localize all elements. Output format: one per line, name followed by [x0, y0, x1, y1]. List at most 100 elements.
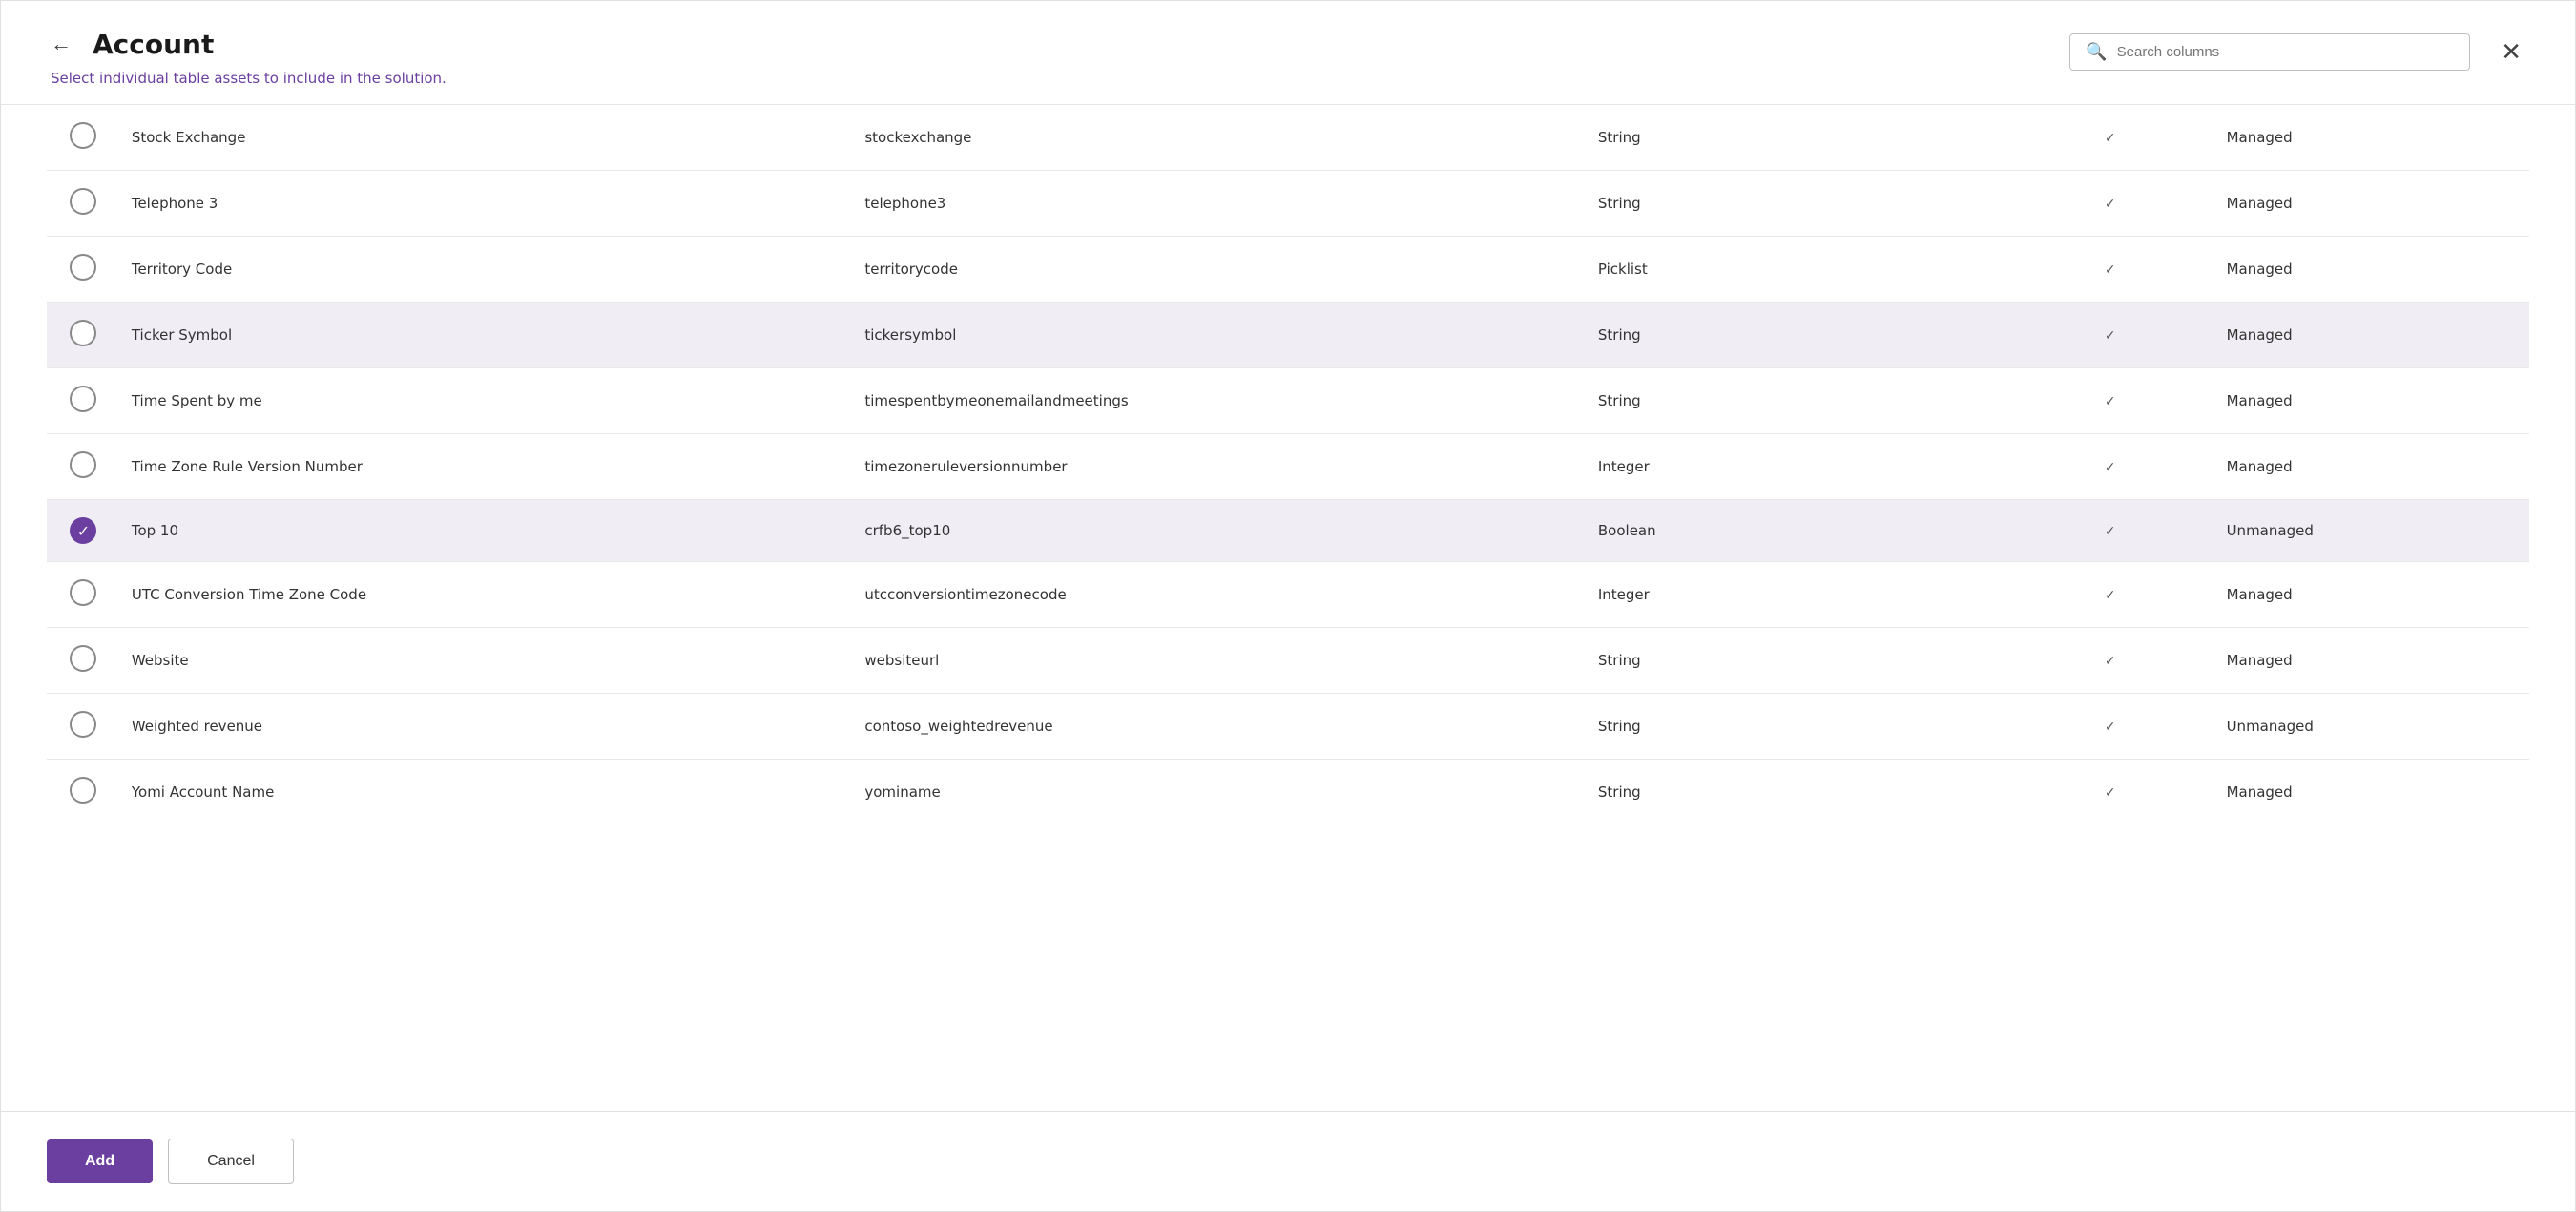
table-row[interactable]: Time Zone Rule Version Numbertimezonerul… — [47, 434, 2529, 500]
col-has-check: ✓ — [2005, 434, 2215, 500]
col-has-check: ✓ — [2005, 368, 2215, 434]
col-logical-name: stockexchange — [853, 105, 1587, 171]
row-checkbox[interactable] — [70, 451, 96, 478]
col-has-check: ✓ — [2005, 303, 2215, 368]
col-has-check: ✓ — [2005, 500, 2215, 562]
row-checkbox[interactable] — [70, 320, 96, 346]
row-checkbox[interactable]: ✓ — [70, 517, 96, 544]
col-type: String — [1587, 760, 2005, 825]
table-row[interactable]: Weighted revenuecontoso_weightedrevenueS… — [47, 694, 2529, 760]
col-managed-status: Managed — [2215, 368, 2529, 434]
col-has-check: ✓ — [2005, 760, 2215, 825]
row-checkbox[interactable] — [70, 777, 96, 804]
col-logical-name: utcconversiontimezonecode — [853, 562, 1587, 628]
col-managed-status: Managed — [2215, 171, 2529, 237]
title-row: ← Account — [47, 28, 447, 60]
col-has-check: ✓ — [2005, 105, 2215, 171]
subtitle-rest: to include in the solution. — [260, 70, 447, 87]
col-has-check: ✓ — [2005, 694, 2215, 760]
check-icon: ✓ — [2105, 394, 2116, 409]
table-row[interactable]: Telephone 3telephone3String ✓ Managed — [47, 171, 2529, 237]
table-row[interactable]: Ticker SymboltickersymbolString ✓ Managed — [47, 303, 2529, 368]
col-managed-status: Managed — [2215, 105, 2529, 171]
add-button[interactable]: Add — [47, 1139, 153, 1183]
search-box: 🔍 — [2069, 33, 2470, 71]
page-title: Account — [93, 29, 214, 60]
col-type: String — [1587, 171, 2005, 237]
col-logical-name: timespentbymeonemailandmeetings — [853, 368, 1587, 434]
row-checkbox[interactable] — [70, 386, 96, 412]
table-row[interactable]: Stock ExchangestockexchangeString ✓ Manage… — [47, 105, 2529, 171]
col-type: Integer — [1587, 562, 2005, 628]
col-display-name: Website — [120, 628, 854, 694]
row-checkbox[interactable] — [70, 579, 96, 606]
table-container: Stock ExchangestockexchangeString✓Manage… — [1, 105, 2575, 1111]
col-display-name: Weighted revenue — [120, 694, 854, 760]
back-button[interactable]: ← — [47, 28, 75, 60]
col-logical-name: yominame — [853, 760, 1587, 825]
col-display-name: Top 10 — [120, 500, 854, 562]
col-type: Integer — [1587, 434, 2005, 500]
col-display-name: Telephone 3 — [120, 171, 854, 237]
header-left: ← Account Select individual table assets… — [47, 28, 447, 87]
table-row[interactable]: Yomi Account NameyominameString✓Managed — [47, 760, 2529, 825]
col-type: String — [1587, 105, 2005, 171]
col-display-name: Ticker Symbol — [120, 303, 854, 368]
col-managed-status: Managed — [2215, 760, 2529, 825]
col-display-name: UTC Conversion Time Zone Code — [120, 562, 854, 628]
col-type: Picklist — [1587, 237, 2005, 303]
col-logical-name: telephone3 — [853, 171, 1587, 237]
header: ← Account Select individual table assets… — [1, 1, 2575, 87]
table-row[interactable]: WebsitewebsiteurlString✓Managed — [47, 628, 2529, 694]
col-has-check: ✓ — [2005, 562, 2215, 628]
col-has-check: ✓ — [2005, 237, 2215, 303]
col-logical-name: contoso_weightedrevenue — [853, 694, 1587, 760]
table-row[interactable]: Territory CodeterritorycodePicklist ✓ Mana… — [47, 237, 2529, 303]
check-icon: ✓ — [2105, 262, 2116, 278]
search-icon: 🔍 — [2086, 42, 2107, 62]
columns-table: Stock ExchangestockexchangeString✓Manage… — [47, 105, 2529, 825]
col-managed-status: Managed — [2215, 628, 2529, 694]
subtitle-highlight: individual table assets — [99, 70, 260, 87]
col-display-name: Stock Exchange — [120, 105, 854, 171]
row-checkbox[interactable] — [70, 122, 96, 149]
search-input[interactable] — [2117, 44, 2455, 60]
check-icon: ✓ — [2105, 654, 2116, 669]
col-managed-status: Managed — [2215, 562, 2529, 628]
col-display-name: Territory Code — [120, 237, 854, 303]
row-checkbox[interactable] — [70, 645, 96, 672]
table-row[interactable]: ✓Top 10crfb6_top10Boolean✓Unmanaged — [47, 500, 2529, 562]
header-right: 🔍 ✕ — [2069, 33, 2529, 71]
col-has-check: ✓ — [2005, 628, 2215, 694]
cancel-button[interactable]: Cancel — [168, 1139, 294, 1184]
col-type: String — [1587, 628, 2005, 694]
check-icon: ✓ — [2105, 131, 2116, 146]
col-type: Boolean — [1587, 500, 2005, 562]
back-icon: ← — [51, 31, 72, 56]
dialog: ← Account Select individual table assets… — [0, 0, 2576, 1212]
col-managed-status: Managed — [2215, 303, 2529, 368]
col-type: String — [1587, 368, 2005, 434]
row-checkbox[interactable] — [70, 254, 96, 281]
row-checkbox[interactable] — [70, 711, 96, 738]
subtitle: Select individual table assets to includ… — [47, 70, 447, 87]
check-icon: ✓ — [2105, 197, 2116, 212]
col-type: String — [1587, 303, 2005, 368]
check-icon: ✓ — [2105, 720, 2116, 735]
close-button[interactable]: ✕ — [2493, 33, 2529, 71]
check-icon: ✓ — [2105, 460, 2116, 475]
col-managed-status: Managed — [2215, 237, 2529, 303]
col-display-name: Time Zone Rule Version Number — [120, 434, 854, 500]
col-managed-status: Unmanaged — [2215, 694, 2529, 760]
footer: Add Cancel — [1, 1111, 2575, 1211]
check-icon: ✓ — [2105, 785, 2116, 801]
col-logical-name: crfb6_top10 — [853, 500, 1587, 562]
table-row[interactable]: Time Spent by metimespentbymeonemailandm… — [47, 368, 2529, 434]
check-icon: ✓ — [2105, 524, 2116, 539]
check-icon: ✓ — [2105, 328, 2116, 344]
col-type: String — [1587, 694, 2005, 760]
col-logical-name: tickersymbol — [853, 303, 1587, 368]
row-checkbox[interactable] — [70, 188, 96, 215]
table-row[interactable]: UTC Conversion Time Zone Codeutcconversi… — [47, 562, 2529, 628]
col-logical-name: territorycode — [853, 237, 1587, 303]
